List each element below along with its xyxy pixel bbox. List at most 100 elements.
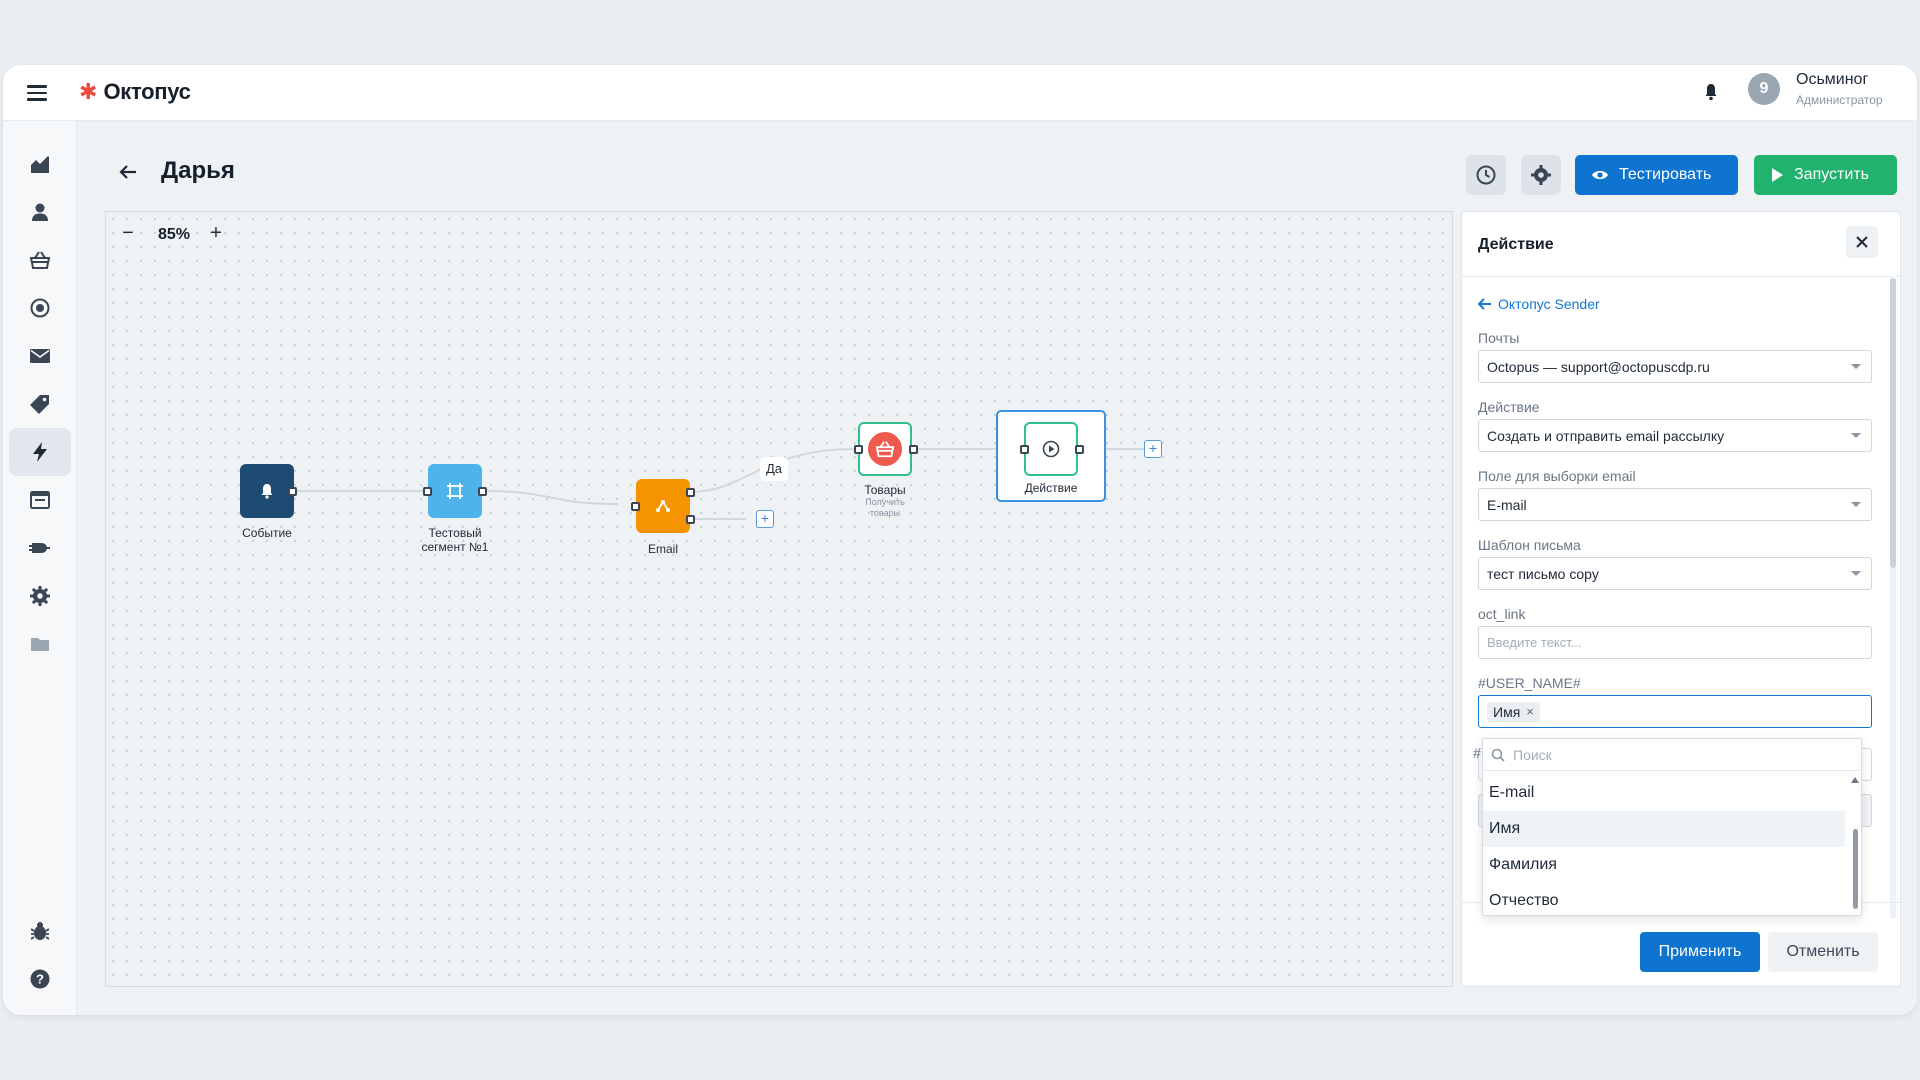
bell-icon[interactable] [1704, 83, 1718, 101]
sidebar-item-debug[interactable] [9, 907, 71, 955]
port[interactable] [854, 445, 863, 454]
chip-remove-icon[interactable]: × [1526, 704, 1534, 719]
panel-scroll-thumb[interactable] [1890, 278, 1896, 568]
bug-icon [30, 922, 50, 940]
arrow-left-icon [1478, 298, 1491, 310]
node-email[interactable] [636, 479, 690, 533]
add-node-button[interactable]: + [1144, 440, 1162, 458]
analytics-icon [31, 156, 49, 173]
port[interactable] [686, 488, 695, 497]
node-action[interactable] [1024, 422, 1078, 476]
field-label-template: Шаблон письма [1478, 537, 1581, 553]
user-name[interactable]: Осьминог [1796, 71, 1868, 89]
run-button[interactable]: Запустить [1754, 155, 1897, 195]
user-name-multiselect[interactable]: Имя × [1478, 695, 1872, 728]
node-event[interactable] [240, 464, 294, 518]
settings-button[interactable] [1521, 155, 1561, 195]
app-window: ✱ Октопус 9 Осьминог Администратор ? Дар… [3, 65, 1917, 1015]
test-button[interactable]: Тестировать [1575, 155, 1738, 195]
sidebar-item-mail[interactable] [9, 332, 71, 380]
search-icon [1491, 748, 1505, 762]
port[interactable] [288, 487, 297, 496]
template-select-value: тест письмо copy [1487, 565, 1599, 582]
port[interactable] [1020, 445, 1029, 454]
bell-icon [261, 484, 273, 499]
template-select[interactable]: тест письмо copy [1478, 557, 1872, 590]
sidebar-item-integrations[interactable] [9, 524, 71, 572]
sidebar-item-tags[interactable] [9, 380, 71, 428]
back-link[interactable]: Октопус Sender [1478, 296, 1600, 312]
field-label-user-name: #USER_NAME# [1478, 675, 1581, 691]
close-button[interactable] [1846, 226, 1878, 258]
sidebar-item-products[interactable] [9, 236, 71, 284]
logo-mark-icon: ✱ [79, 79, 98, 104]
help-icon: ? [30, 969, 50, 989]
mail-icon [30, 349, 50, 363]
back-arrow-icon[interactable] [117, 161, 139, 183]
node-event-label: Событие [242, 526, 292, 540]
node-action-label: Действие [1024, 481, 1078, 495]
scroll-up-icon[interactable] [1851, 777, 1859, 783]
port[interactable] [1075, 445, 1084, 454]
cancel-button[interactable]: Отменить [1768, 932, 1878, 972]
folder-icon [31, 638, 49, 651]
gear-icon [1531, 165, 1551, 185]
email-field-select[interactable]: E-mail [1478, 488, 1872, 521]
dropdown-option[interactable]: Отчество [1483, 883, 1845, 915]
sidebar-item-help[interactable]: ? [9, 955, 71, 1003]
dropdown-search[interactable]: Поиск [1483, 739, 1861, 771]
port[interactable] [686, 515, 695, 524]
port[interactable] [909, 445, 918, 454]
avatar-letter: 9 [1759, 80, 1769, 97]
flow-canvas[interactable]: − 85% + Событие Тестовый сегмент №1 Emai… [105, 211, 1453, 987]
sidebar-item-settings[interactable] [9, 572, 71, 620]
sidebar-item-automation[interactable] [9, 428, 71, 476]
logo[interactable]: ✱ Октопус [79, 79, 191, 105]
node-segment[interactable] [428, 464, 482, 518]
logo-text: Октопус [103, 79, 191, 104]
node-goods-sublabel: Получить товары [865, 497, 905, 518]
branch-yes-label: Да [760, 457, 788, 481]
dropdown-option[interactable]: Фамилия [1483, 847, 1845, 883]
sidebar-item-files[interactable] [9, 620, 71, 668]
node-goods[interactable] [858, 422, 912, 476]
email-field-select-value: E-mail [1487, 496, 1527, 513]
dropdown-scroll-thumb[interactable] [1853, 829, 1858, 909]
sidebar-item-users[interactable] [9, 188, 71, 236]
node-goods-label: Товары [864, 483, 906, 497]
add-node-button[interactable]: + [756, 510, 774, 528]
mails-select[interactable]: Octopus — support@octopuscdp.ru [1478, 350, 1872, 383]
chevron-down-icon [1851, 502, 1861, 507]
field-dropdown[interactable]: Поиск E-mail Имя Фамилия Отчество [1482, 738, 1862, 916]
svg-text:?: ? [36, 972, 44, 987]
sidebar-item-forms[interactable] [9, 476, 71, 524]
tag-icon [30, 395, 49, 414]
dropdown-option[interactable]: Имя [1483, 811, 1845, 847]
sidebar-item-goals[interactable] [9, 284, 71, 332]
menu-icon[interactable] [27, 85, 47, 101]
close-icon [1856, 236, 1868, 248]
sidebar: ? [3, 121, 77, 1015]
action-select[interactable]: Создать и отправить email рассылку [1478, 419, 1872, 452]
top-bar: ✱ Октопус 9 Осьминог Администратор [3, 65, 1917, 121]
plug-icon [29, 543, 50, 553]
port[interactable] [478, 487, 487, 496]
avatar[interactable]: 9 [1748, 73, 1780, 105]
node-segment-label: Тестовый сегмент №1 [421, 526, 489, 554]
chip-label: Имя [1493, 703, 1521, 720]
segment-icon [447, 483, 463, 499]
dropdown-option[interactable]: E-mail [1483, 775, 1845, 811]
port[interactable] [423, 487, 432, 496]
test-button-label: Тестировать [1619, 166, 1712, 183]
node-email-label: Email [647, 542, 678, 556]
field-label-oct-link: oct_link [1478, 606, 1526, 622]
chevron-down-icon [1851, 364, 1861, 369]
sidebar-item-analytics[interactable] [9, 140, 71, 188]
user-role: Администратор [1796, 93, 1883, 107]
history-button[interactable] [1466, 155, 1506, 195]
port[interactable] [631, 502, 640, 511]
target-icon [30, 298, 50, 318]
oct-link-input[interactable]: Введите текст... [1478, 626, 1872, 659]
apply-button[interactable]: Применить [1640, 932, 1760, 972]
page-title: Дарья [161, 157, 235, 184]
